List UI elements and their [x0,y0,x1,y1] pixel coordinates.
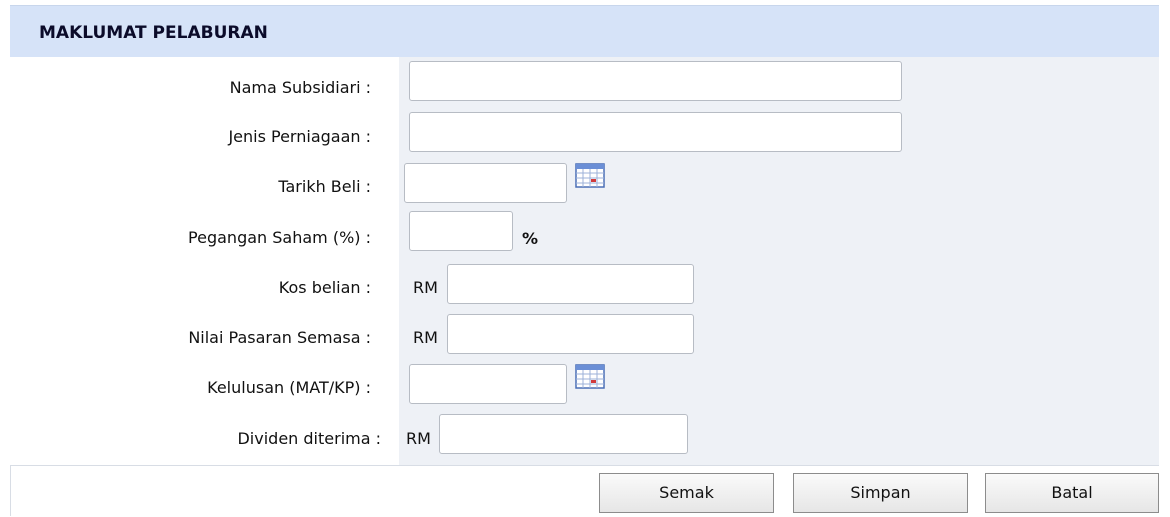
dividen-label: Dividen diterima : [237,429,381,448]
investment-info-panel: MAKLUMAT PELABURAN Nama Subsidiari : Jen… [10,5,1159,517]
jenis-perniagaan-input[interactable] [409,112,902,152]
dividen-input[interactable] [439,414,688,454]
kelulusan-input[interactable] [409,364,567,404]
calendar-icon[interactable] [575,162,605,188]
kos-belian-prefix: RM [413,278,438,297]
nama-subsidiari-input[interactable] [409,61,902,101]
footer-border [10,465,11,516]
tarikh-beli-label: Tarikh Beli : [278,177,371,196]
button-bar: Semak Simpan Batal [10,465,1159,517]
kelulusan-label: Kelulusan (MAT/KP) : [207,378,371,397]
pegangan-saham-label: Pegangan Saham (%) : [188,228,371,247]
jenis-perniagaan-label: Jenis Perniagaan : [228,127,371,146]
nilai-pasaran-prefix: RM [413,328,438,347]
pegangan-saham-input[interactable] [409,211,513,251]
section-title: MAKLUMAT PELABURAN [39,23,268,43]
calendar-icon[interactable] [575,363,605,389]
simpan-button[interactable]: Simpan [793,473,968,513]
nilai-pasaran-input[interactable] [447,314,694,354]
semak-button[interactable]: Semak [599,473,774,513]
nilai-pasaran-label: Nilai Pasaran Semasa : [188,328,371,347]
nama-subsidiari-label: Nama Subsidiari : [229,78,371,97]
section-header: MAKLUMAT PELABURAN [10,5,1159,58]
batal-button[interactable]: Batal [985,473,1159,513]
kos-belian-input[interactable] [447,264,694,304]
dividen-prefix: RM [406,429,431,448]
percent-suffix: % [522,229,539,248]
kos-belian-label: Kos belian : [278,278,371,297]
tarikh-beli-input[interactable] [404,163,567,203]
label-column [10,57,399,465]
